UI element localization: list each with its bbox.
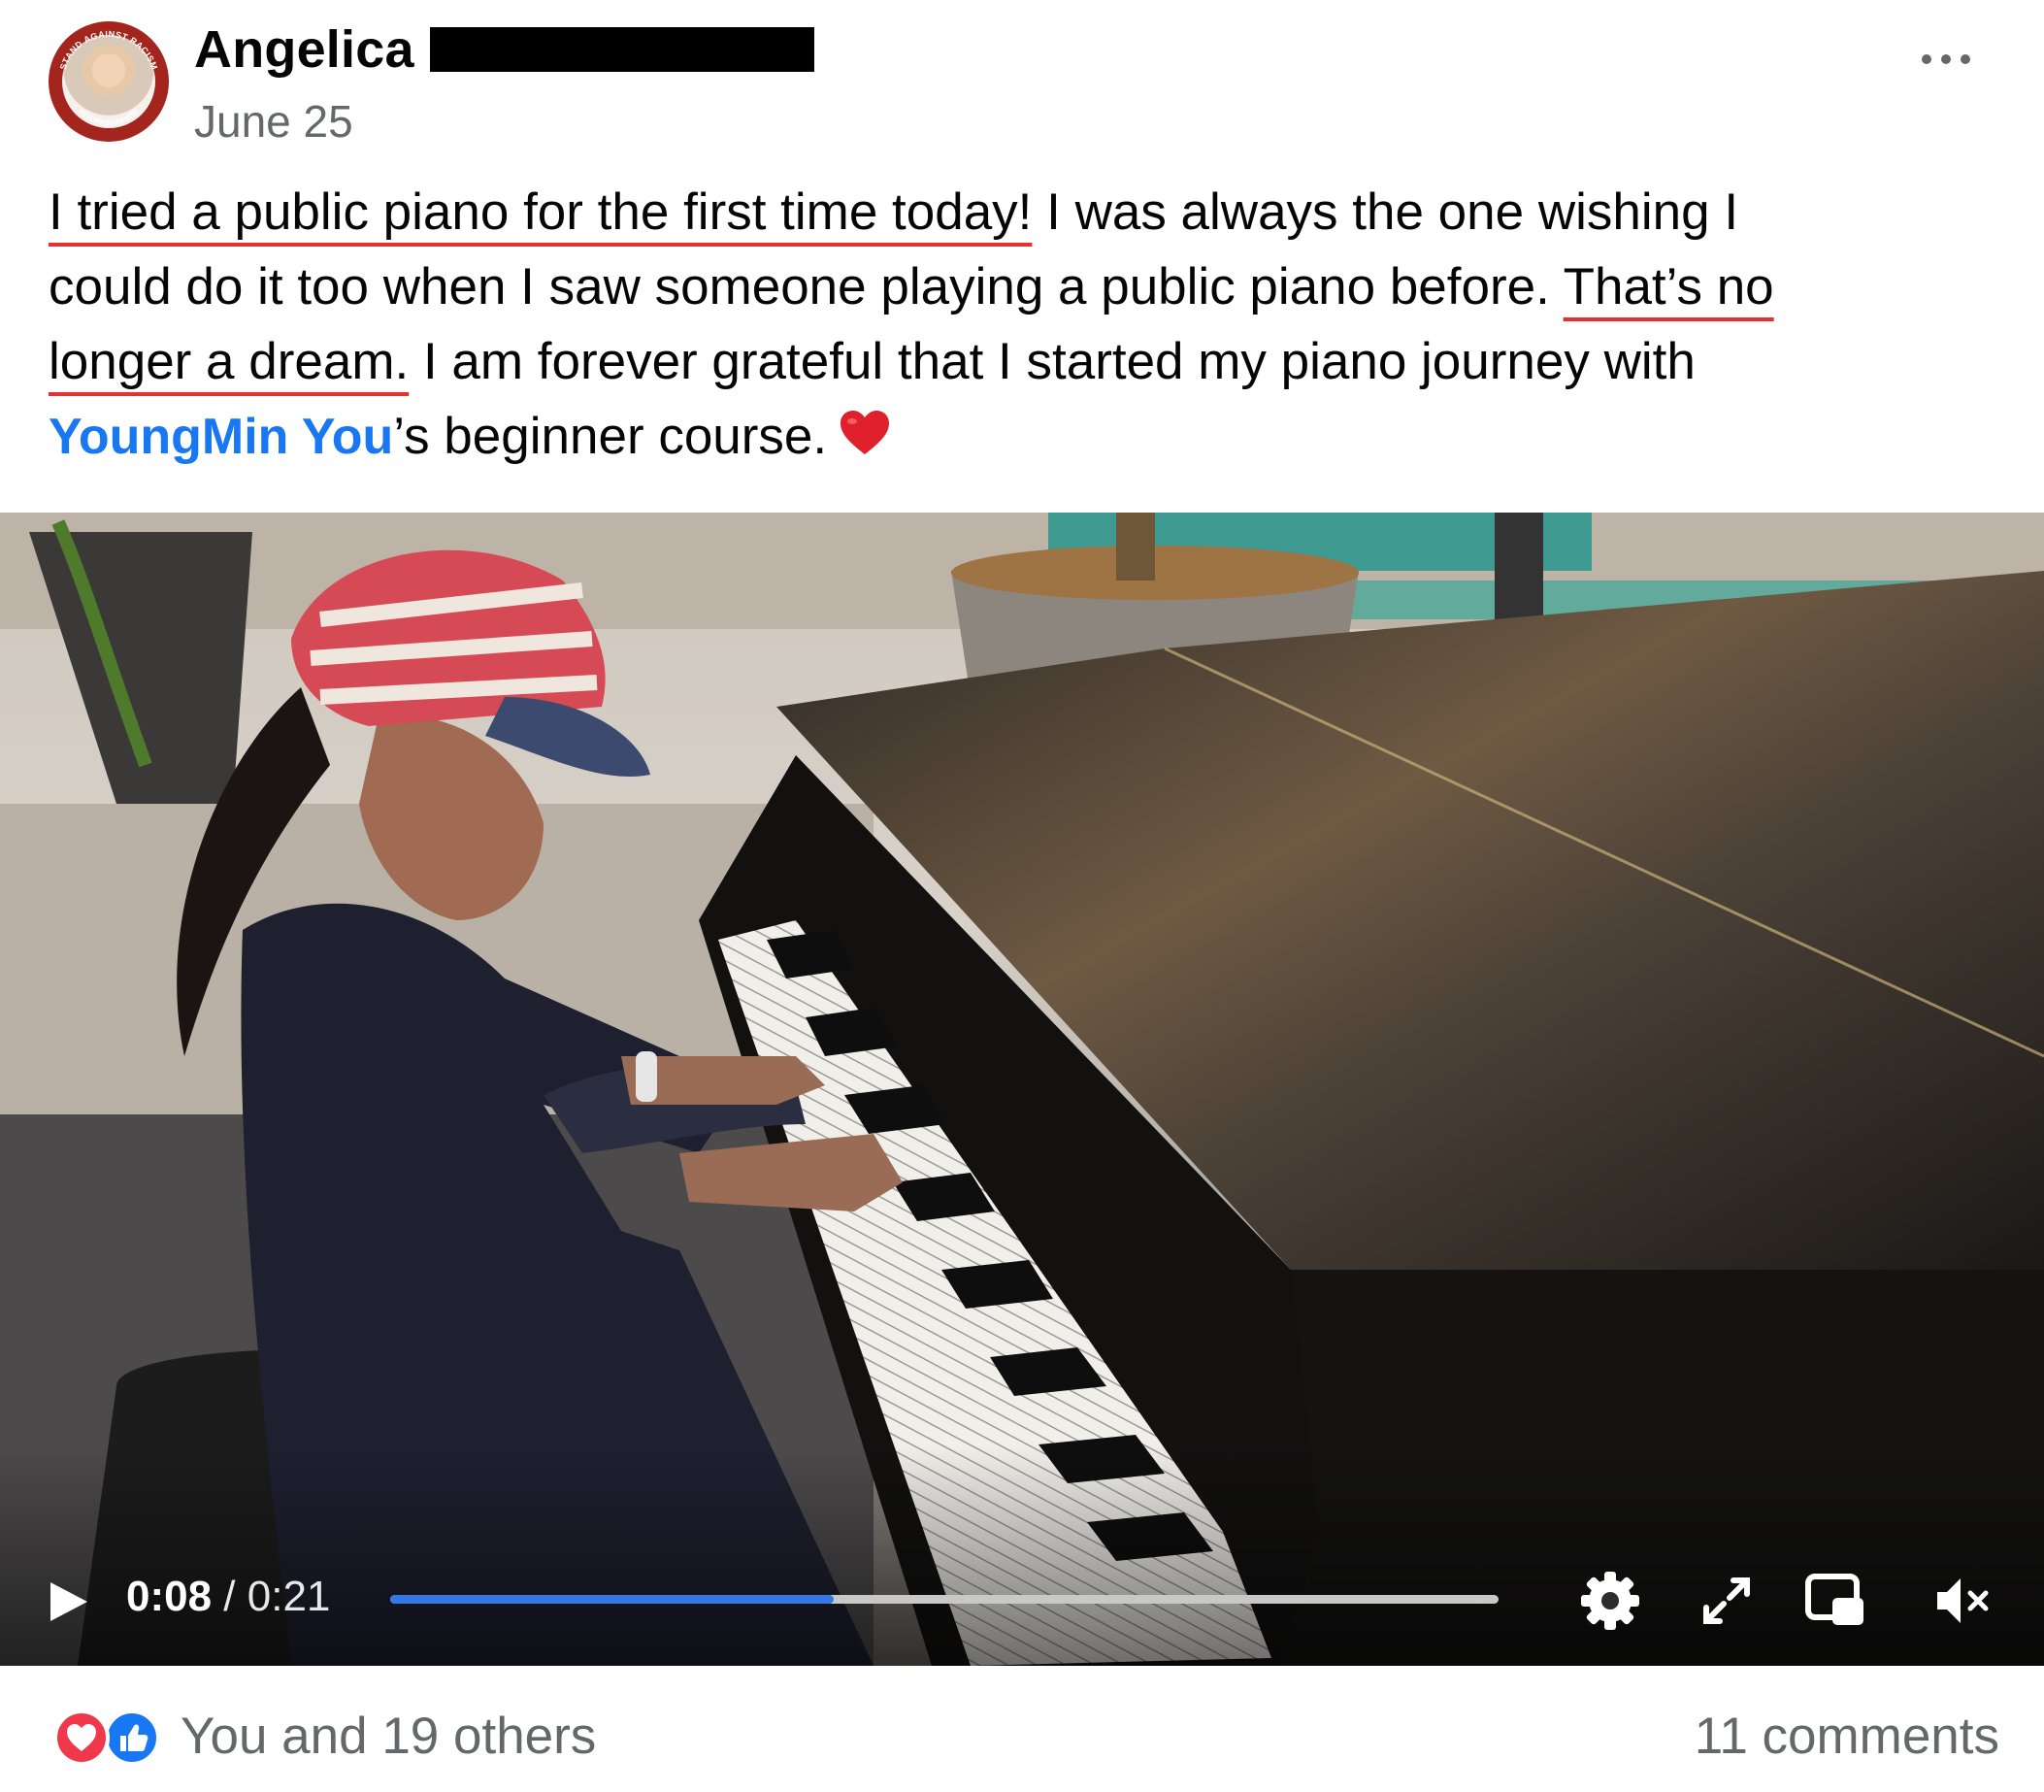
more-dot — [1961, 54, 1970, 64]
author-name[interactable]: Angelica — [194, 19, 414, 80]
highlighted-phrase: longer a dream. — [49, 333, 410, 390]
mute-button[interactable] — [1929, 1569, 1994, 1633]
fullscreen-icon — [1703, 1577, 1750, 1624]
time-separator: / — [212, 1573, 247, 1620]
like-reaction-icon — [104, 1709, 160, 1766]
svg-text:#STOPASIANHATE: #STOPASIANHATE — [77, 106, 142, 127]
post-header: STAND AGAINST RACISM #STOPASIANHATE Ange… — [0, 0, 2044, 165]
video-time: 0:08 / 0:21 — [126, 1573, 330, 1621]
settings-gear-icon — [1581, 1572, 1639, 1630]
redacted-surname — [429, 27, 814, 72]
video-progress-bar[interactable] — [390, 1595, 1499, 1604]
fullscreen-button[interactable] — [1695, 1569, 1759, 1633]
red-heart-emoji — [839, 403, 891, 478]
video-frame-piano-player — [0, 513, 2044, 1666]
more-options-button[interactable] — [1920, 39, 1974, 78]
post-text-segment: ’s beginner course. — [393, 408, 828, 465]
reactions-svg — [53, 1709, 160, 1766]
highlighted-phrase: That’s no — [1563, 258, 1774, 315]
picture-in-picture-icon — [1805, 1574, 1863, 1625]
post-date[interactable]: June 25 — [194, 95, 353, 148]
muted-speaker-icon — [1937, 1578, 1989, 1623]
more-dot — [1941, 54, 1951, 64]
post-text-segment: could do it too when I saw someone playi… — [49, 258, 1564, 315]
avatar-ring-top-text: STAND AGAINST RACISM — [58, 29, 159, 71]
post-text-segment: I was always the one wishing I — [1032, 183, 1739, 241]
post-text-line-3: longer a dream. I am forever grateful th… — [49, 324, 1999, 399]
author-avatar[interactable]: STAND AGAINST RACISM #STOPASIANHATE — [49, 21, 169, 142]
mention-link[interactable]: YoungMin You — [49, 409, 393, 465]
current-time: 0:08 — [126, 1573, 213, 1620]
post-text-line-1: I tried a public piano for the first tim… — [49, 175, 1999, 249]
post-text-line-4: YoungMin You’s beginner course. — [49, 399, 1999, 478]
post-text-line-2: could do it too when I saw someone playi… — [49, 249, 1999, 324]
video-duration: 0:21 — [247, 1573, 331, 1620]
settings-button[interactable] — [1578, 1569, 1642, 1633]
video-player[interactable] — [0, 513, 2044, 1666]
reactions-summary[interactable]: You and 19 others — [181, 1707, 596, 1766]
avatar-ring-bottom-text: #STOPASIANHATE — [77, 106, 142, 127]
video-progress-fill — [390, 1595, 834, 1604]
avatar-frame-badge: STAND AGAINST RACISM #STOPASIANHATE — [58, 29, 160, 127]
svg-text:STAND AGAINST RACISM: STAND AGAINST RACISM — [58, 29, 160, 71]
post-text-segment: I am forever grateful that I started my … — [409, 333, 1696, 390]
picture-in-picture-button[interactable] — [1803, 1569, 1867, 1633]
play-button[interactable] — [45, 1578, 91, 1625]
play-icon — [50, 1582, 87, 1621]
highlighted-phrase: I tried a public piano for the first tim… — [49, 183, 1033, 241]
author-row: Angelica — [194, 17, 814, 82]
reaction-icons[interactable] — [50, 1709, 165, 1767]
more-horizontal-icon — [1922, 54, 1931, 64]
love-reaction-icon — [53, 1709, 110, 1766]
comments-count[interactable]: 11 comments — [1695, 1707, 1999, 1766]
post-body-text: I tried a public piano for the first tim… — [49, 175, 1999, 478]
